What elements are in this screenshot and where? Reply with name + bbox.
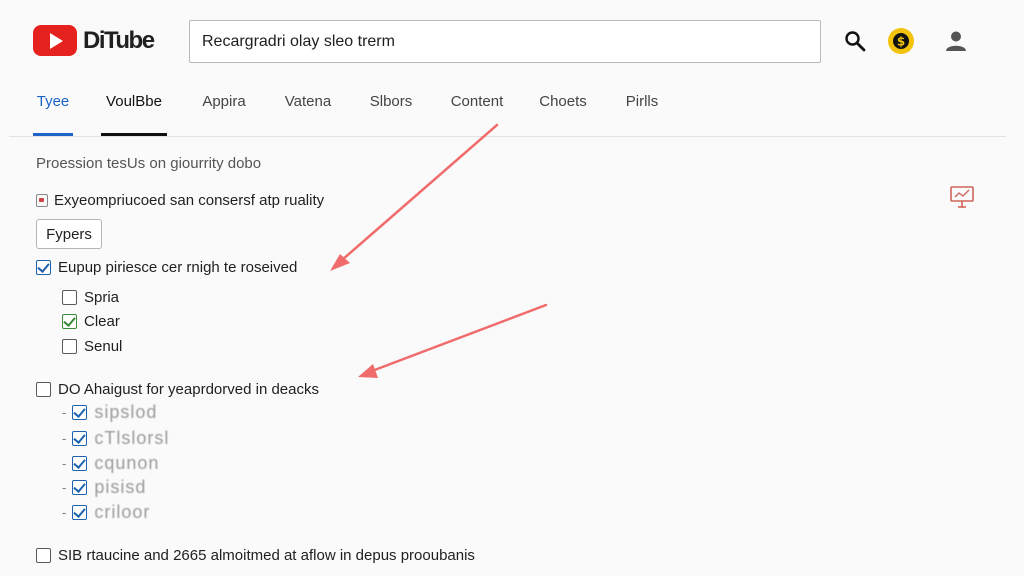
search-input[interactable] [189,20,821,63]
option-clear-checkbox[interactable] [62,314,77,329]
list-item-label: criloor [94,502,151,522]
option-spria-label: Spria [84,289,120,306]
tab-choets[interactable]: Choets [537,82,589,136]
option-clear[interactable]: Clear [62,313,120,330]
filter-button[interactable]: Fypers [36,219,102,249]
tab-bar: Tyee VoulBbe Appira Vatena Slbors Conten… [9,82,1006,137]
search-icon[interactable] [842,28,868,54]
list-item-checkbox[interactable] [72,480,88,495]
footer-option-checkbox[interactable] [36,548,51,563]
list-item-checkbox[interactable] [72,405,88,420]
tab-vatena[interactable]: Vatena [281,82,335,136]
option-senul-label: Senul [84,338,123,355]
arrow-annotation-2 [358,303,548,378]
group1-checkbox[interactable] [36,260,51,275]
option-spria-checkbox[interactable] [62,290,77,305]
list-item-checkbox[interactable] [72,431,88,446]
group1-label: Eupup piriesce cer rnigh te roseived [58,259,298,276]
list-item[interactable]: - criloor [62,502,150,523]
info-row: Exyeompriucoed san consersf atp ruality [36,192,324,209]
list-item[interactable]: - pisisd [62,477,146,498]
info-text: Exyeompriucoed san consersf atp ruality [54,192,325,209]
footer-option-label: SIB rtaucine and 2665 almoitmed at aflow… [58,547,475,564]
option-clear-label: Clear [84,313,120,330]
option-spria[interactable]: Spria [62,289,119,306]
top-header: DiTube $ [0,0,1024,78]
list-item-checkbox[interactable] [72,456,88,471]
list-item[interactable]: - cqunon [62,453,159,474]
coin-icon[interactable]: $ [886,26,916,56]
presentation-icon[interactable] [948,183,976,211]
group2-label: DO Ahaigust for yeaprdorved in deacks [58,381,319,398]
account-icon[interactable] [941,26,971,56]
tab-appira[interactable]: Appira [199,82,249,136]
tab-pirlls[interactable]: Pirlls [623,82,661,136]
option-senul-checkbox[interactable] [62,339,77,354]
play-logo-icon [33,25,77,56]
list-item-checkbox[interactable] [72,505,88,520]
footer-option-row[interactable]: SIB rtaucine and 2665 almoitmed at aflow… [36,547,475,564]
arrow-annotation-1 [330,123,499,271]
section-description: Proession tesUs on giourrity dobo [36,155,262,172]
svg-text:$: $ [897,35,905,49]
list-item-label: pisisd [94,477,147,497]
list-item[interactable]: - cTlslorsl [62,428,169,449]
option-senul[interactable]: Senul [62,338,122,355]
logo-text: DiTube [83,26,155,54]
info-badge-icon [36,194,48,207]
tab-tyee[interactable]: Tyee [33,82,73,136]
list-item-label: cTlslorsl [94,428,170,448]
list-item-label: sipslod [94,402,158,422]
group2-checkbox[interactable] [36,382,51,397]
group1-checkbox-row[interactable]: Eupup piriesce cer rnigh te roseived [36,259,297,276]
tab-content[interactable]: Content [447,82,507,136]
site-logo[interactable]: DiTube [33,25,155,56]
tab-slbors[interactable]: Slbors [367,82,415,136]
tab-voulbbe[interactable]: VoulBbe [101,82,167,136]
list-item-label: cqunon [94,453,160,473]
list-item[interactable]: - sipslod [62,402,157,423]
group2-checkbox-row[interactable]: DO Ahaigust for yeaprdorved in deacks [36,381,319,398]
